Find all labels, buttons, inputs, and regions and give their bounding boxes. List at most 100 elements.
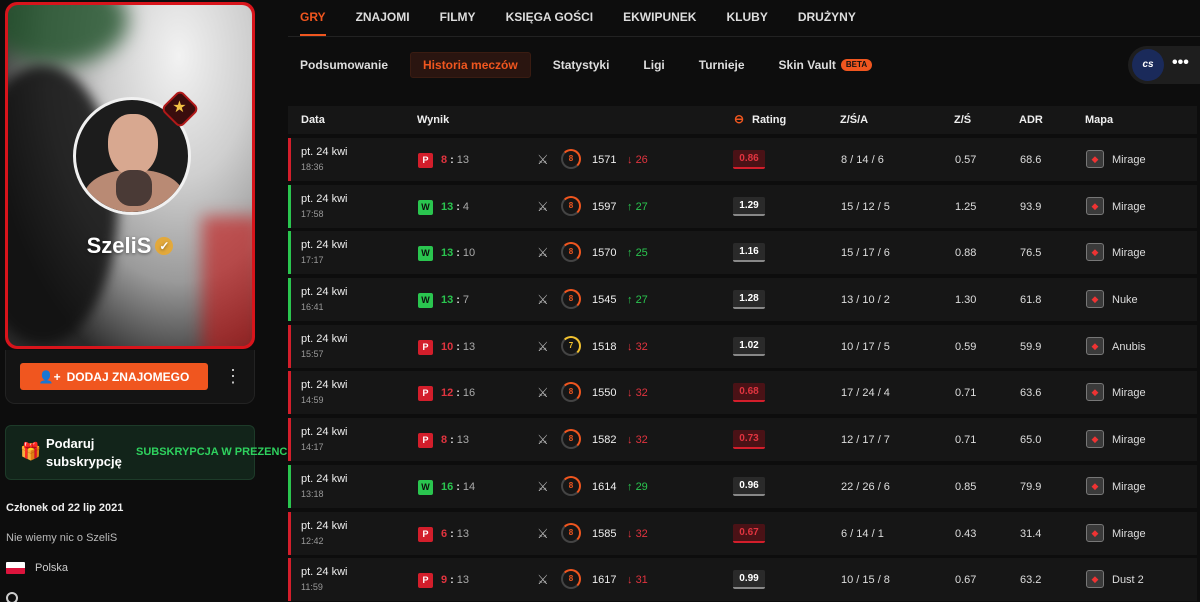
tab-gry[interactable]: GRY [300,10,326,28]
active-tab-indicator [300,34,326,36]
add-user-icon: 👤+ [38,369,61,384]
map-name: Mirage [1112,154,1146,166]
crossed-swords-icon: ⚔ [537,292,549,308]
tab-ksiega-gosci[interactable]: KSIĘGA GOŚCI [506,10,594,28]
table-row[interactable]: pt. 24 kwi 17:17 W 13:10 ⚔ 8 1570 ↑ 25 1.16 15 / … [288,231,1197,275]
game-selector[interactable]: cs ••• [1128,46,1200,84]
header-kd: Z/Ś [954,114,972,126]
arrow-up-icon: ↑ [627,480,633,493]
page: ★ SzeliS ✓ 👤+ DODAJ ZNAJOMEGO ⋮ 🎁 Podaruj… [0,0,1200,602]
table-row[interactable]: pt. 24 kwi 12:42 P 6:13 ⚔ 8 1585 ↓ 32 0.67 6 / 14… [288,511,1197,555]
elo-value: 1585 [592,527,617,540]
kda-value: 22 / 26 / 6 [841,480,890,493]
crossed-swords-icon: ⚔ [537,338,549,354]
match-time: 15:57 [301,348,324,359]
kd-value: 0.43 [955,527,977,540]
match-time: 18:36 [301,162,324,172]
match-date: pt. 24 kwi [301,192,348,205]
about-text: Nie wiemy nic o SzeliS [6,532,118,544]
rating-badge: 1.28 [733,290,765,310]
adr-value: 93.9 [1020,200,1042,213]
kd-value: 0.88 [955,247,977,260]
elo-value: 1614 [592,480,617,493]
table-row[interactable]: pt. 24 kwi 17:58 W 13:4 ⚔ 8 1597 ↑ 27 1.29 15 / 1… [288,184,1197,228]
verified-icon: ✓ [155,237,174,255]
subtab-historia-meczow[interactable]: Historia meczów [410,52,531,78]
subtab-skin-vault[interactable]: Skin Vault BETA [767,52,885,78]
more-options-icon[interactable]: ⋮ [224,364,242,388]
arrow-down-icon: ↓ [627,527,633,540]
match-score: 13:4 [441,200,470,213]
kd-value: 0.71 [955,434,977,447]
tab-filmy[interactable]: FILMY [440,10,476,28]
kd-value: 0.71 [955,387,977,400]
rating-badge: 0.96 [733,476,765,496]
elo-value: 1518 [592,340,617,353]
match-date: pt. 24 kwi [301,379,348,392]
rating-badge: 0.68 [733,383,765,403]
match-score: 8:13 [441,434,470,447]
map-name: Nuke [1112,294,1138,307]
crossed-swords-icon: ⚔ [537,432,549,448]
tab-znajomi[interactable]: ZNAJOMI [356,10,410,28]
map-name: Mirage [1112,247,1146,260]
map-name: Mirage [1112,200,1146,213]
arrow-up-icon: ↑ [627,247,633,260]
gift-subscription-box[interactable]: 🎁 Podaruj subskrypcję SUBSKRYPCJA W PREZ… [5,425,298,480]
subtab-statystyki[interactable]: Statystyki [541,52,622,78]
table-row[interactable]: pt. 24 kwi 14:59 P 12:16 ⚔ 8 1550 ↓ 32 0.68 17 / … [288,371,1197,415]
tab-druzyny[interactable]: DRUŻYNY [798,10,856,28]
nav-divider [288,36,1200,37]
match-score: 16:14 [441,480,476,493]
result-badge: P [418,386,433,402]
arrow-up-icon: ↑ [627,294,633,307]
elo-diff: ↑ 29 [627,480,648,493]
arrow-down-icon: ↓ [627,434,633,447]
table-row[interactable]: pt. 24 kwi 16:41 W 13:7 ⚔ 8 1545 ↑ 27 1.28 13 / 1… [288,278,1197,322]
map-name: Mirage [1112,434,1146,447]
kd-value: 1.25 [955,200,977,213]
header-date: Data [301,114,325,126]
table-row[interactable]: pt. 24 kwi 11:59 P 9:13 ⚔ 8 1617 ↓ 31 0.99 10 / 1… [288,558,1197,602]
rating-badge: 0.67 [733,523,765,543]
skill-level-icon: 8 [561,149,581,169]
subtab-ligi[interactable]: Ligi [631,52,676,78]
crossed-swords-icon: ⚔ [537,478,549,494]
tab-kluby[interactable]: KLUBY [726,10,767,28]
match-time: 11:59 [301,582,323,593]
match-time: 16:41 [301,302,324,313]
beta-badge: BETA [840,59,873,71]
skill-level-icon: 8 [561,289,581,310]
match-time: 14:59 [301,395,324,406]
map-name: Mirage [1112,527,1146,540]
table-row[interactable]: pt. 24 kwi 14:17 P 8:13 ⚔ 8 1582 ↓ 32 0.73 12 / 1… [288,418,1197,462]
table-row[interactable]: pt. 24 kwi 13:18 W 16:14 ⚔ 8 1614 ↑ 29 0.96 22 / … [288,464,1197,508]
elo-value: 1571 [592,154,617,166]
crossed-swords-icon: ⚔ [537,385,549,401]
result-badge: W [418,293,433,309]
match-date: pt. 24 kwi [301,426,348,439]
profile-card: ★ SzeliS ✓ [5,2,255,349]
steam-icon[interactable] [6,592,18,602]
gift-link[interactable]: SUBSKRYPCJA W PREZENCIE [136,446,298,458]
kda-value: 10 / 17 / 5 [841,340,890,353]
add-friend-button[interactable]: 👤+ DODAJ ZNAJOMEGO [20,363,208,390]
crossed-swords-icon: ⚔ [537,152,549,167]
crossed-swords-icon: ⚔ [537,572,549,588]
table-row[interactable]: pt. 24 kwi 18:36 P 8:13 ⚔ 8 1571 ↓ 26 0.86 8 / 14… [288,138,1197,181]
result-badge: P [418,526,433,542]
match-date: pt. 24 kwi [301,286,348,299]
arrow-down-icon: ↓ [627,387,633,400]
elo-diff: ↓ 32 [627,340,648,353]
table-row[interactable]: pt. 24 kwi 15:57 P 10:13 ⚔ 7 1518 ↓ 32 1.02 10 / … [288,324,1197,368]
map-name: Mirage [1112,387,1146,400]
rating-badge: 1.16 [733,243,765,263]
result-badge: P [418,339,433,355]
tab-ekwipunek[interactable]: EKWIPUNEK [623,10,696,28]
subtab-turnieje[interactable]: Turnieje [687,52,757,78]
map-icon: ◆ [1086,430,1104,449]
adr-value: 76.5 [1020,247,1042,260]
more-options-icon[interactable]: ••• [1172,54,1189,72]
header-result: Wynik [417,114,450,126]
subtab-podsumowanie[interactable]: Podsumowanie [300,52,400,78]
